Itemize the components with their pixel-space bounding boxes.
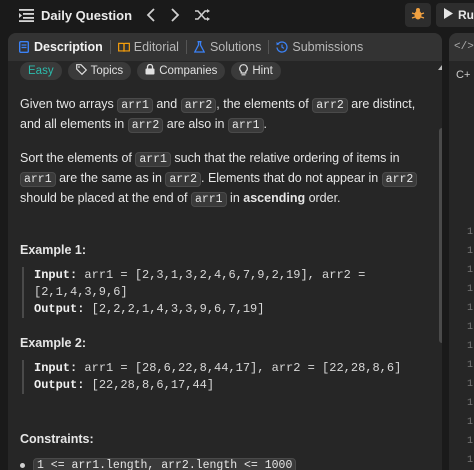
panel-tabs: Description Editorial Solutions Submissi…	[8, 33, 442, 61]
hint-button[interactable]: Hint	[231, 62, 281, 80]
input-label: Input:	[34, 268, 78, 282]
inline-code: arr2	[312, 98, 348, 113]
line-number: 1	[467, 322, 474, 333]
play-icon	[444, 8, 453, 22]
flask-icon	[194, 41, 206, 53]
inline-code: arr2	[180, 98, 217, 113]
lock-icon	[145, 63, 155, 78]
line-number: 1	[467, 265, 474, 276]
lightbulb-icon	[239, 63, 249, 79]
inline-code: arr1	[227, 118, 264, 133]
prev-question-icon[interactable]	[146, 8, 156, 22]
inline-code: arr1	[117, 98, 153, 113]
topics-label: Topics	[90, 65, 124, 77]
tab-editorial-label: Editorial	[133, 40, 179, 54]
example-1-block: Input: arr1 = [2,3,1,3,2,4,6,7,9,2,19], …	[22, 267, 420, 318]
inline-code: arr1	[190, 192, 227, 207]
problem-paragraph-1: Given two arrays arr1 and arr2, the elem…	[20, 97, 416, 133]
line-number: 1	[467, 303, 474, 314]
line-number: 1	[467, 398, 474, 409]
line-number: 1	[467, 227, 474, 238]
line-number: 1	[467, 246, 474, 257]
example-1-heading: Example 1:	[20, 243, 87, 257]
hint-label: Hint	[252, 65, 273, 77]
next-question-icon[interactable]	[170, 8, 180, 22]
constraint-item: 1 <= arr1.length, arr2.length <= 1000	[33, 458, 297, 470]
output-value: [22,28,8,6,17,44]	[84, 378, 215, 392]
tab-editorial[interactable]: Editorial	[117, 40, 179, 54]
line-number: 1	[467, 436, 474, 447]
input-value: arr1 = [2,3,1,3,2,4,6,7,9,2,19], arr2 = …	[34, 268, 366, 299]
code-editor-panel: </> C+ 1 1 1 1 1 1 1 1 1 1 1 1 1	[449, 33, 474, 470]
daily-question-title[interactable]: Daily Question	[41, 8, 132, 23]
history-icon	[276, 41, 288, 53]
scrollbar[interactable]	[438, 63, 442, 470]
bullet	[20, 463, 25, 468]
constraints-list: 1 <= arr1.length, arr2.length <= 1000	[20, 458, 420, 470]
inline-code: arr2	[127, 118, 164, 133]
line-number: 1	[467, 379, 474, 390]
line-number: 1	[467, 417, 474, 428]
shuffle-icon[interactable]	[194, 8, 211, 22]
bug-icon	[411, 7, 425, 24]
line-number: 1	[467, 455, 474, 466]
tab-description-label: Description	[34, 40, 103, 54]
topics-button[interactable]: Topics	[67, 62, 132, 80]
companies-label: Companies	[159, 65, 218, 77]
doc-icon	[18, 41, 30, 53]
tag-icon	[75, 64, 87, 78]
line-number: 1	[467, 360, 474, 371]
line-number: 1	[467, 341, 474, 352]
top-bar: Daily Question Ru	[0, 0, 474, 30]
output-value: [2,2,2,1,4,3,3,9,6,7,19]	[84, 302, 265, 316]
tab-divider	[109, 40, 111, 54]
run-button[interactable]: Ru	[436, 3, 474, 27]
input-value: arr1 = [28,6,22,8,44,17], arr2 = [22,28,…	[77, 361, 402, 375]
emphasis-text: ascending	[243, 191, 306, 205]
problem-tags: Easy Topics Companies Hint	[20, 62, 420, 80]
difficulty-badge: Easy	[20, 62, 62, 80]
book-icon	[117, 41, 130, 53]
tab-solutions[interactable]: Solutions	[194, 40, 261, 54]
debug-button[interactable]	[405, 3, 431, 27]
output-label: Output:	[34, 302, 85, 316]
inline-code: arr2	[165, 172, 201, 187]
inline-code: arr1	[135, 152, 171, 167]
inline-code: arr1	[20, 172, 56, 187]
constraints-heading: Constraints:	[20, 432, 94, 446]
code-tab[interactable]: </>	[449, 33, 474, 61]
problem-paragraph-2: Sort the elements of arr1 such that the …	[20, 149, 420, 209]
tab-divider	[185, 40, 187, 54]
tab-divider	[268, 40, 270, 54]
output-label: Output:	[34, 378, 85, 392]
problem-list-icon[interactable]	[18, 7, 34, 23]
inline-code: arr2	[381, 172, 418, 187]
description-panel: Description Editorial Solutions Submissi…	[8, 33, 442, 470]
tab-solutions-label: Solutions	[209, 40, 262, 54]
run-label: Ru	[458, 8, 474, 22]
example-2-heading: Example 2:	[20, 336, 87, 350]
line-numbers: 1 1 1 1 1 1 1 1 1 1 1 1 1	[467, 223, 473, 470]
scroll-up-arrow-icon[interactable]	[438, 65, 442, 70]
tab-description[interactable]: Description	[18, 40, 103, 54]
tab-submissions-label: Submissions	[292, 40, 364, 54]
companies-button[interactable]: Companies	[137, 62, 226, 80]
example-2-block: Input: arr1 = [28,6,22,8,44,17], arr2 = …	[22, 360, 420, 394]
tab-submissions[interactable]: Submissions	[276, 40, 363, 54]
problem-content: Easy Topics Companies Hint Given two arr…	[8, 61, 432, 470]
input-label: Input:	[34, 361, 78, 375]
scrollbar-thumb[interactable]	[439, 128, 442, 343]
language-selector[interactable]: C+	[456, 69, 474, 81]
line-number: 1	[467, 284, 474, 295]
